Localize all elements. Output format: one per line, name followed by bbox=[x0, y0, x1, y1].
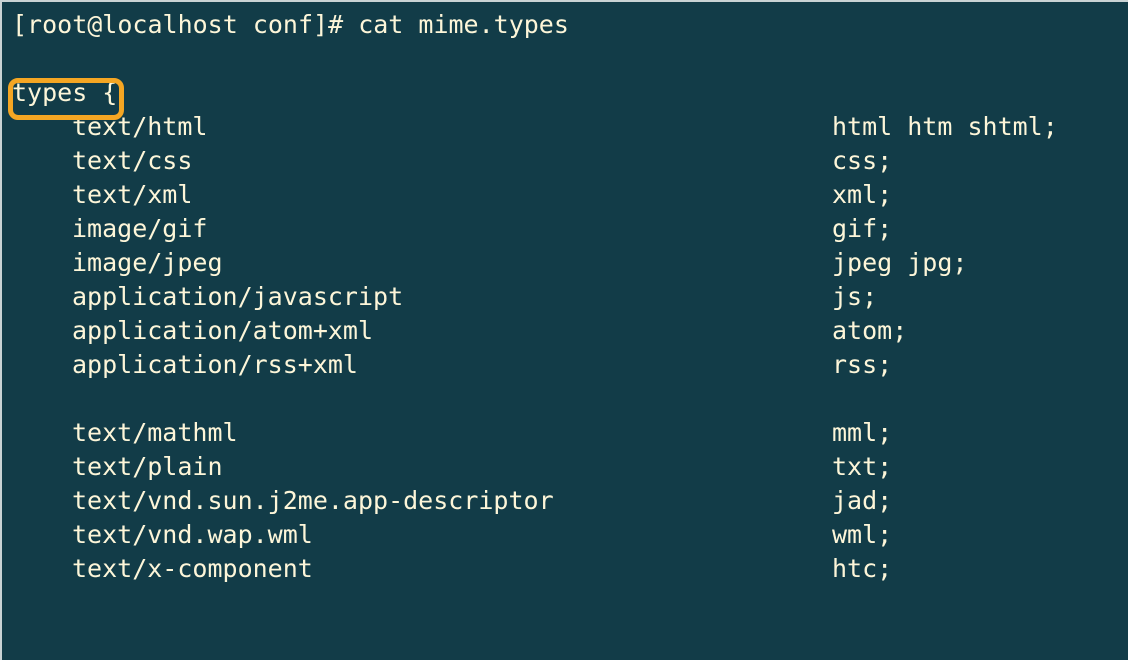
mime-extensions: html htm shtml; bbox=[832, 110, 1128, 144]
mime-type: text/css bbox=[12, 144, 832, 178]
types-open-text: types { bbox=[12, 76, 117, 110]
mime-row: text/vnd.wap.wmlwml; bbox=[12, 518, 1128, 552]
mime-type: text/mathml bbox=[12, 416, 832, 450]
mime-row: application/atom+xmlatom; bbox=[12, 314, 1128, 348]
mime-extensions: jad; bbox=[832, 484, 1128, 518]
mime-type: text/vnd.sun.j2me.app-descriptor bbox=[12, 484, 832, 518]
blank-line bbox=[12, 382, 1128, 416]
mime-extensions: txt; bbox=[832, 450, 1128, 484]
mime-row: text/vnd.sun.j2me.app-descriptorjad; bbox=[12, 484, 1128, 518]
shell-command: cat mime.types bbox=[358, 8, 569, 42]
mime-extensions: js; bbox=[832, 280, 1128, 314]
mime-type: text/vnd.wap.wml bbox=[12, 518, 832, 552]
mime-type: application/javascript bbox=[12, 280, 832, 314]
shell-prompt-line: [root@localhost conf]# cat mime.types bbox=[12, 8, 1128, 42]
mime-row: text/htmlhtml htm shtml; bbox=[12, 110, 1128, 144]
mime-row: text/x-componenthtc; bbox=[12, 552, 1128, 586]
mime-extensions: htc; bbox=[832, 552, 1128, 586]
mime-row: text/plaintxt; bbox=[12, 450, 1128, 484]
mime-row: text/csscss; bbox=[12, 144, 1128, 178]
shell-prompt: [root@localhost conf]# bbox=[12, 8, 358, 42]
mime-row: application/javascriptjs; bbox=[12, 280, 1128, 314]
mime-row: image/jpegjpeg jpg; bbox=[12, 246, 1128, 280]
mime-extensions: gif; bbox=[832, 212, 1128, 246]
mime-type: text/x-component bbox=[12, 552, 832, 586]
mime-type: application/atom+xml bbox=[12, 314, 832, 348]
mime-extensions: jpeg jpg; bbox=[832, 246, 1128, 280]
mime-row: image/gifgif; bbox=[12, 212, 1128, 246]
mime-type: text/plain bbox=[12, 450, 832, 484]
mime-extensions: css; bbox=[832, 144, 1128, 178]
types-open-line: types { bbox=[12, 76, 1128, 110]
terminal-window[interactable]: [root@localhost conf]# cat mime.types ty… bbox=[0, 0, 1128, 660]
mime-row: text/xmlxml; bbox=[12, 178, 1128, 212]
mime-type: image/jpeg bbox=[12, 246, 832, 280]
mime-block-b: text/mathmlmml;text/plaintxt;text/vnd.su… bbox=[12, 416, 1128, 586]
mime-extensions: rss; bbox=[832, 348, 1128, 382]
mime-extensions: wml; bbox=[832, 518, 1128, 552]
mime-type: application/rss+xml bbox=[12, 348, 832, 382]
mime-block-a: text/htmlhtml htm shtml;text/csscss;text… bbox=[12, 110, 1128, 382]
mime-type: text/html bbox=[12, 110, 832, 144]
blank-line bbox=[12, 42, 1128, 76]
mime-row: application/rss+xmlrss; bbox=[12, 348, 1128, 382]
mime-extensions: atom; bbox=[832, 314, 1128, 348]
mime-extensions: xml; bbox=[832, 178, 1128, 212]
mime-type: text/xml bbox=[12, 178, 832, 212]
mime-type: image/gif bbox=[12, 212, 832, 246]
mime-extensions: mml; bbox=[832, 416, 1128, 450]
mime-row: text/mathmlmml; bbox=[12, 416, 1128, 450]
